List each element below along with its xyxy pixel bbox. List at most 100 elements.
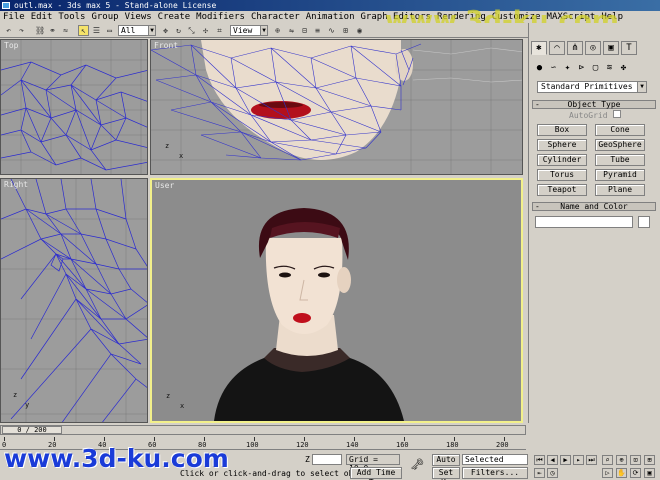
z-coordinate-input[interactable] [312,454,342,465]
select-object-icon[interactable]: ↖ [78,25,89,36]
viewport-left[interactable]: Right z y [0,178,148,423]
material-editor-icon[interactable]: ◉ [354,25,365,36]
motion-tab-icon[interactable]: ◎ [585,41,601,55]
box-button[interactable]: Box [537,124,587,136]
selection-region-icon[interactable]: ▭ [104,25,115,36]
maximize-viewport-icon[interactable]: ▣ [644,468,655,478]
systems-icon[interactable]: ✤ [618,63,629,74]
menu-create[interactable]: Create [155,11,194,23]
geosphere-button[interactable]: GeoSphere [595,139,645,151]
snap-icon[interactable]: ⌗ [214,25,225,36]
previous-frame-icon[interactable]: ◀ [547,455,558,465]
tick-label-160: 160 [396,441,409,449]
geometry-icon[interactable]: ● [534,63,545,74]
object-type-rollout-header[interactable]: - Object Type [532,100,656,109]
cone-button[interactable]: Cone [595,124,645,136]
zoom-extents-all-icon[interactable]: ⊞ [644,455,655,465]
pivot-icon[interactable]: ⊕ [272,25,283,36]
unlink-icon[interactable]: ⚭ [47,25,58,36]
object-name-input[interactable] [535,216,633,228]
viewport-label-top[interactable]: Top [4,41,18,50]
viewport-top[interactable]: Top [0,39,148,175]
create-tab-icon[interactable]: ✱ [531,41,547,55]
utilities-tab-icon[interactable]: T [621,41,637,55]
zoom-extents-icon[interactable]: ⊡ [630,455,641,465]
autogrid-checkbox[interactable] [613,110,621,118]
align-icon[interactable]: ⊟ [299,25,310,36]
torus-button[interactable]: Torus [537,169,587,181]
menu-edit[interactable]: Edit [28,11,56,23]
menu-character[interactable]: Character [248,11,303,23]
sphere-button[interactable]: Sphere [537,139,587,151]
viewport-label-front[interactable]: Front [154,41,178,50]
name-color-rollout-header[interactable]: - Name and Color [532,202,656,211]
schematic-icon[interactable]: ⊞ [340,25,351,36]
helpers-icon[interactable]: ▢ [590,63,601,74]
object-color-swatch[interactable] [638,216,650,228]
selection-filter-dropdown[interactable]: All ▼ [118,25,156,36]
teapot-button[interactable]: Teapot [537,184,587,196]
menu-views[interactable]: Views [122,11,155,23]
pan-icon[interactable]: ✋ [616,468,627,478]
display-tab-icon[interactable]: ▣ [603,41,619,55]
add-time-tag-button[interactable]: Add Time Tag [350,467,402,480]
primitive-category-dropdown[interactable]: Standard Primitives ▼ [537,81,647,93]
cylinder-button[interactable]: Cylinder [537,154,587,166]
time-config-icon[interactable]: ◷ [547,468,558,478]
go-to-start-icon[interactable]: ⏮ [534,455,545,465]
cameras-icon[interactable]: ⊳ [576,63,587,74]
play-icon[interactable]: ▶ [560,455,571,465]
auto-key-button[interactable]: Auto [432,454,460,466]
select-rotate-icon[interactable]: ↻ [173,25,184,36]
chevron-down-icon: ▼ [637,82,646,92]
menu-group[interactable]: Group [88,11,121,23]
menu-tools[interactable]: Tools [55,11,88,23]
mirror-icon[interactable]: ⇋ [286,25,297,36]
select-by-name-icon[interactable]: ☰ [91,25,102,36]
select-manipulate-icon[interactable]: ✣ [200,25,211,36]
zoom-icon[interactable]: ⌕ [602,455,613,465]
key-icon: 🗝 [410,458,424,471]
spacewarps-icon[interactable]: ≋ [604,63,615,74]
command-panel-tabs: ✱ ⌒ ⋔ ◎ ▣ T [531,41,659,55]
time-slider-thumb[interactable]: 0 / 200 [2,426,62,434]
pyramid-button[interactable]: Pyramid [595,169,645,181]
key-mode-icon[interactable]: ⇤ [534,468,545,478]
next-frame-icon[interactable]: ▸ [573,455,584,465]
link-icon[interactable]: ⛓ [34,25,45,36]
set-key-button[interactable]: Set K. [432,467,460,480]
hierarchy-tab-icon[interactable]: ⋔ [567,41,583,55]
viewport-perspective[interactable]: User z x [150,178,523,423]
field-of-view-icon[interactable]: ▷ [602,468,613,478]
arc-rotate-icon[interactable]: ⟳ [630,468,641,478]
plane-button[interactable]: Plane [595,184,645,196]
ref-coord-value: View [233,26,253,35]
modify-tab-icon[interactable]: ⌒ [549,41,565,55]
tube-button[interactable]: Tube [595,154,645,166]
layer-icon[interactable]: ≡ [312,25,323,36]
select-move-icon[interactable]: ✥ [160,25,171,36]
time-slider[interactable]: 0 / 200 [0,425,526,435]
key-filter-dropdown[interactable]: Selected [462,454,528,465]
shapes-icon[interactable]: ∽ [548,63,559,74]
tick-label-140: 140 [346,441,359,449]
menu-file[interactable]: File [0,11,28,23]
undo-icon[interactable]: ↶ [3,25,14,36]
viewport-label-left[interactable]: Right [4,180,28,189]
bind-spacewarp-icon[interactable]: ≈ [60,25,71,36]
window-title: outl.max - 3ds max 5 - Stand-alone Licen… [14,1,217,10]
key-filters-button[interactable]: Filters... [462,467,528,479]
go-to-end-icon[interactable]: ⏭ [586,455,597,465]
curve-editor-icon[interactable]: ∿ [326,25,337,36]
redo-icon[interactable]: ↷ [16,25,27,36]
ref-coord-dropdown[interactable]: View ▼ [230,25,268,36]
select-scale-icon[interactable]: ⤡ [186,25,197,36]
key-filter-value: Selected [465,455,504,464]
menu-modifiers[interactable]: Modifiers [193,11,248,23]
viewport-label-perspective[interactable]: User [155,181,174,190]
menu-animation[interactable]: Animation [303,11,358,23]
viewport-front[interactable]: Front z x [150,39,523,175]
zoom-all-icon[interactable]: ⊕ [616,455,627,465]
lights-icon[interactable]: ✦ [562,63,573,74]
name-color-title: Name and Color [560,202,628,211]
